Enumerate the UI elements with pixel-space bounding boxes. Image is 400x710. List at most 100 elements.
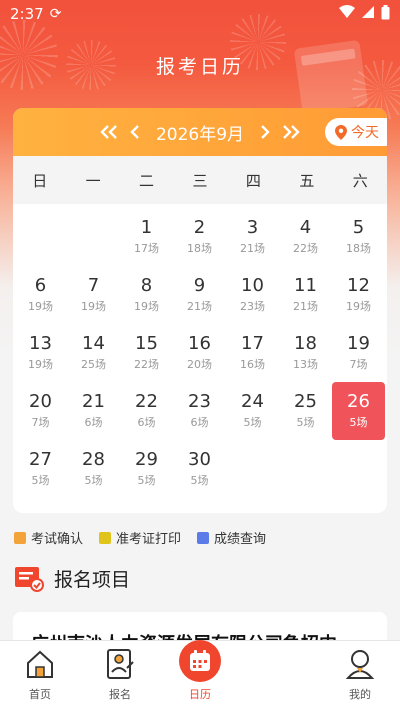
day-number: 18 xyxy=(294,333,317,354)
day-number: 21 xyxy=(82,391,105,412)
calendar-day[interactable]: 1 17场 xyxy=(120,208,173,266)
tab-label: 日历 xyxy=(189,688,211,701)
exam-count: 19场 xyxy=(81,300,106,313)
day-number: 24 xyxy=(241,391,264,412)
day-number: 6 xyxy=(34,275,47,296)
day-number: 3 xyxy=(246,217,259,238)
exam-count: 25场 xyxy=(81,358,106,371)
exam-count: 5场 xyxy=(190,474,209,487)
day-number: 1 xyxy=(140,217,153,238)
legend-label: 准考证打印 xyxy=(116,532,182,547)
chevron-right-icon xyxy=(261,125,270,139)
next-year-button[interactable] xyxy=(278,119,304,145)
calendar-day[interactable]: 28 5场 xyxy=(67,440,120,498)
double-chevron-right-icon xyxy=(283,125,300,139)
legend-label: 考试确认 xyxy=(31,532,84,547)
tab-profile[interactable]: 我的 xyxy=(320,641,400,710)
calendar-day[interactable]: 9 21场 xyxy=(173,266,226,324)
day-number: 20 xyxy=(29,391,52,412)
section-header: 报名项目 xyxy=(14,564,130,592)
exam-count: 20场 xyxy=(187,358,212,371)
exam-count: 13场 xyxy=(293,358,318,371)
day-number: 5 xyxy=(352,217,365,238)
today-button[interactable]: 今天 xyxy=(325,118,387,146)
day-number: 16 xyxy=(188,333,211,354)
weekday-label: 四 xyxy=(245,171,261,190)
registration-icon xyxy=(15,567,44,592)
legend-item: 成绩查询 xyxy=(197,528,266,547)
calendar-day[interactable]: 8 19场 xyxy=(120,266,173,324)
calendar-day[interactable]: 2 18场 xyxy=(173,208,226,266)
day-number: 26 xyxy=(347,391,370,412)
tab-home[interactable]: 首页 xyxy=(0,641,80,710)
calendar-day[interactable]: 17 16场 xyxy=(226,324,279,382)
weekday-label: 五 xyxy=(299,171,315,190)
profile-icon xyxy=(342,646,378,682)
calendar-day[interactable]: 16 20场 xyxy=(173,324,226,382)
exam-count: 23场 xyxy=(240,300,265,313)
signup-icon xyxy=(102,646,138,682)
day-number: 17 xyxy=(241,333,264,354)
exam-count: 5场 xyxy=(296,416,315,429)
calendar-day[interactable]: 22 6场 xyxy=(120,382,173,440)
calendar-day[interactable]: 30 5场 xyxy=(173,440,226,498)
double-chevron-left-icon xyxy=(100,125,117,139)
calendar-day[interactable]: 19 7场 xyxy=(332,324,385,382)
location-pin-icon xyxy=(335,124,347,140)
day-number: 2 xyxy=(193,217,206,238)
calendar-day[interactable]: 27 5场 xyxy=(14,440,67,498)
calendar-day[interactable]: 15 22场 xyxy=(120,324,173,382)
calendar-day[interactable]: 7 19场 xyxy=(67,266,120,324)
tab-label: 首页 xyxy=(29,688,51,701)
exam-count: 5场 xyxy=(243,416,262,429)
calendar-day[interactable]: 18 13场 xyxy=(279,324,332,382)
today-label: 今天 xyxy=(351,125,379,141)
tab-calendar[interactable]: 日历 xyxy=(160,640,240,710)
tab-label: 我的 xyxy=(349,688,371,701)
calendar-day[interactable]: 12 19场 xyxy=(332,266,385,324)
calendar-day[interactable]: 4 22场 xyxy=(279,208,332,266)
exam-count: 22场 xyxy=(134,358,159,371)
page-title: 报考日历 xyxy=(155,56,244,78)
calendar-day[interactable]: 6 19场 xyxy=(14,266,67,324)
day-number: 13 xyxy=(29,333,52,354)
status-bar: 2:37 ⟳ xyxy=(0,0,400,28)
exam-count: 5场 xyxy=(137,474,156,487)
calendar-day[interactable]: 25 5场 xyxy=(279,382,332,440)
wifi-icon xyxy=(339,5,355,23)
day-number: 28 xyxy=(82,449,105,470)
tab-signup[interactable]: 报名 xyxy=(80,641,160,710)
exam-count: 7场 xyxy=(31,416,50,429)
day-number: 10 xyxy=(241,275,264,296)
calendar-day[interactable]: 20 7场 xyxy=(14,382,67,440)
calendar-day[interactable]: 3 21场 xyxy=(226,208,279,266)
calendar-day[interactable]: 26 5场 xyxy=(332,382,385,440)
legend-item: 准考证打印 xyxy=(99,528,181,547)
calendar-day[interactable]: 23 6场 xyxy=(173,382,226,440)
calendar-day[interactable]: 11 21场 xyxy=(279,266,332,324)
calendar-day[interactable]: 5 18场 xyxy=(332,208,385,266)
calendar-day[interactable]: 24 5场 xyxy=(226,382,279,440)
exam-count: 19场 xyxy=(28,300,53,313)
exam-count: 6场 xyxy=(190,416,209,429)
calendar-day[interactable]: 10 23场 xyxy=(226,266,279,324)
legend-swatch xyxy=(197,531,210,544)
day-number: 30 xyxy=(188,449,211,470)
exam-count: 19场 xyxy=(28,358,53,371)
status-time: 2:37 xyxy=(10,5,44,23)
day-number: 4 xyxy=(299,217,312,238)
home-icon xyxy=(22,646,58,682)
weekday-label: 日 xyxy=(32,171,48,190)
prev-year-button[interactable] xyxy=(96,119,122,145)
calendar-day[interactable]: 29 5场 xyxy=(120,440,173,498)
next-month-button[interactable] xyxy=(252,119,278,145)
exam-count: 19场 xyxy=(134,300,159,313)
day-number: 15 xyxy=(135,333,158,354)
calendar-day[interactable]: 14 25场 xyxy=(67,324,120,382)
prev-month-button[interactable] xyxy=(122,119,148,145)
exam-count: 18场 xyxy=(346,242,371,255)
calendar-day[interactable]: 21 6场 xyxy=(67,382,120,440)
weekday-label: 一 xyxy=(85,171,101,190)
calendar-day[interactable]: 13 19场 xyxy=(14,324,67,382)
section-title: 报名项目 xyxy=(54,568,131,591)
